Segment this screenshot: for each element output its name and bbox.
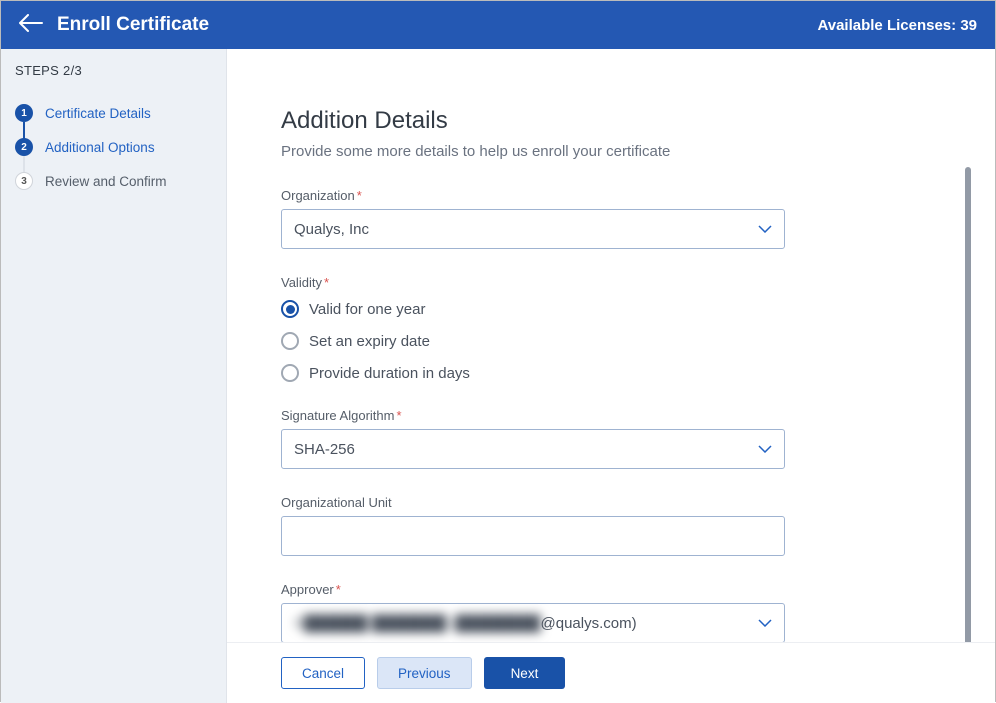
- step-number-1: 1: [15, 104, 33, 122]
- back-arrow-icon[interactable]: [19, 14, 43, 37]
- radio-button-icon: [281, 332, 299, 350]
- step-number-2: 2: [15, 138, 33, 156]
- organization-value: Qualys, Inc: [294, 221, 369, 238]
- validity-label: Validity*: [281, 275, 785, 290]
- step-number-3: 3: [15, 172, 33, 190]
- radio-button-icon: [281, 364, 299, 382]
- radio-set-expiry[interactable]: Set an expiry date: [281, 332, 785, 350]
- radio-valid-one-year[interactable]: Valid for one year: [281, 300, 785, 318]
- chevron-down-icon: [758, 614, 772, 632]
- available-licenses: Available Licenses: 39: [817, 17, 977, 34]
- step-label: Certificate Details: [45, 106, 151, 121]
- section-title: Addition Details: [281, 107, 935, 135]
- step-additional-options[interactable]: 2 Additional Options: [11, 130, 214, 164]
- required-asterisk: *: [357, 188, 362, 203]
- organization-select[interactable]: Qualys, Inc: [281, 209, 785, 249]
- step-label: Review and Confirm: [45, 174, 167, 189]
- chevron-down-icon: [758, 440, 772, 458]
- cancel-button[interactable]: Cancel: [281, 657, 365, 689]
- scroll-area: Addition Details Provide some more detai…: [227, 49, 995, 642]
- footer-buttons: Cancel Previous Next: [227, 642, 995, 703]
- field-signature-algorithm: Signature Algorithm* SHA-256: [281, 408, 785, 469]
- page-title: Enroll Certificate: [57, 14, 209, 36]
- radio-label: Set an expiry date: [309, 333, 430, 350]
- radio-label: Provide duration in days: [309, 365, 470, 382]
- required-asterisk: *: [396, 408, 401, 423]
- header-left: Enroll Certificate: [19, 14, 209, 37]
- approver-select[interactable]: S██████ ███████ (████████@qualys.com): [281, 603, 785, 642]
- signature-algorithm-label: Signature Algorithm*: [281, 408, 785, 423]
- approver-label: Approver*: [281, 582, 785, 597]
- scrollbar-thumb[interactable]: [965, 167, 971, 642]
- step-label: Additional Options: [45, 140, 155, 155]
- steps-sidebar: STEPS 2/3 1 Certificate Details 2 Additi…: [1, 49, 227, 703]
- field-approver: Approver* S██████ ███████ (████████@qual…: [281, 582, 785, 642]
- organization-label: Organization*: [281, 188, 785, 203]
- content-panel: Addition Details Provide some more detai…: [227, 49, 995, 703]
- field-organization: Organization* Qualys, Inc: [281, 188, 785, 249]
- radio-label: Valid for one year: [309, 301, 425, 318]
- radio-duration-days[interactable]: Provide duration in days: [281, 364, 785, 382]
- validity-radio-group: Valid for one year Set an expiry date Pr…: [281, 300, 785, 382]
- header-bar: Enroll Certificate Available Licenses: 3…: [1, 1, 995, 49]
- approver-value: S██████ ███████ (████████@qualys.com): [294, 615, 637, 632]
- required-asterisk: *: [324, 275, 329, 290]
- steps-counter: STEPS 2/3: [11, 63, 214, 78]
- field-organizational-unit: Organizational Unit: [281, 495, 785, 556]
- main-container: STEPS 2/3 1 Certificate Details 2 Additi…: [1, 49, 995, 703]
- organizational-unit-label: Organizational Unit: [281, 495, 785, 510]
- step-review-confirm[interactable]: 3 Review and Confirm: [11, 164, 214, 198]
- signature-algorithm-select[interactable]: SHA-256: [281, 429, 785, 469]
- next-button[interactable]: Next: [484, 657, 566, 689]
- step-list: 1 Certificate Details 2 Additional Optio…: [11, 96, 214, 198]
- signature-algorithm-value: SHA-256: [294, 441, 355, 458]
- section-subtitle: Provide some more details to help us enr…: [281, 143, 935, 160]
- field-validity: Validity* Valid for one year Set an expi…: [281, 275, 785, 382]
- organizational-unit-input[interactable]: [281, 516, 785, 556]
- step-certificate-details[interactable]: 1 Certificate Details: [11, 96, 214, 130]
- required-asterisk: *: [336, 582, 341, 597]
- radio-button-icon: [281, 300, 299, 318]
- previous-button[interactable]: Previous: [377, 657, 472, 689]
- chevron-down-icon: [758, 220, 772, 238]
